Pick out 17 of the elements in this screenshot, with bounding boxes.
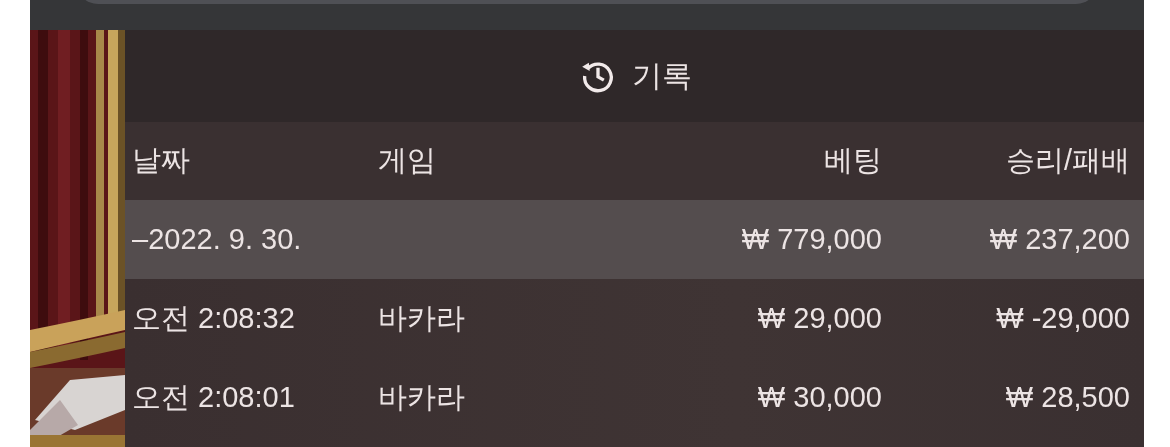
table-cell-text: ₩ 28,500 bbox=[1004, 381, 1130, 414]
column-header: 베팅 bbox=[823, 143, 882, 178]
column-header: 날짜 bbox=[132, 143, 191, 178]
table-cell-text: ₩ -29,000 bbox=[995, 302, 1130, 335]
table-cell-text: 바카라 bbox=[378, 379, 466, 415]
column-header: 게임 bbox=[378, 143, 437, 178]
panel-title: 기록 bbox=[631, 56, 692, 95]
table-cell-text: –2022. 9. 30. bbox=[132, 223, 303, 256]
column-header: 승리/패배 bbox=[1004, 143, 1130, 178]
table-cell-text: ₩ 29,000 bbox=[756, 302, 882, 335]
table-cell-text: 오전 2:08:01 bbox=[132, 379, 296, 415]
table-cell-text: ₩ 30,000 bbox=[756, 381, 882, 414]
table-cell-text: ₩ 237,200 bbox=[988, 223, 1130, 256]
table-cell-text: 오전 2:08:32 bbox=[132, 300, 296, 336]
table-cell-text: 바카라 bbox=[378, 300, 466, 336]
summary-row[interactable]: –2022. 9. 30. ₩ 779,000 ₩ 237,200 bbox=[125, 200, 1144, 279]
table-cell-text: ₩ 779,000 bbox=[740, 223, 882, 256]
